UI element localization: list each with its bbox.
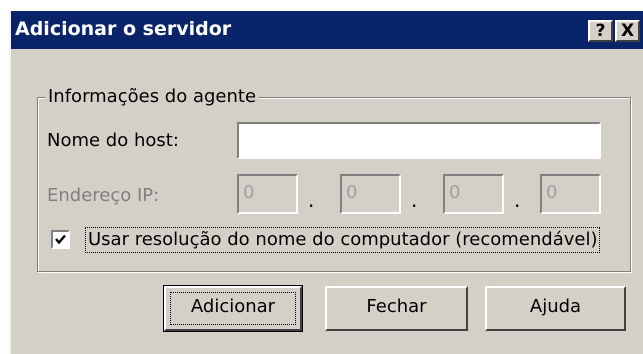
checkmark-icon (55, 234, 66, 245)
ip-octet-4: 0 (540, 174, 601, 214)
ip-octet-3: 0 (443, 174, 504, 214)
host-name-input[interactable] (237, 122, 601, 159)
ip-octet-1: 0 (237, 174, 298, 214)
agent-info-legend: Informações do agente (45, 86, 260, 108)
help-button[interactable]: Ajuda (485, 286, 626, 331)
ip-address-label: Endereço IP: (47, 185, 160, 206)
add-button[interactable]: Adicionar (163, 285, 303, 332)
ip-separator: . (411, 188, 418, 212)
close-icon[interactable]: X (615, 20, 640, 42)
use-dns-label[interactable]: Usar resolução do nome do computador (re… (85, 227, 601, 253)
help-icon[interactable]: ? (588, 20, 613, 42)
title-bar[interactable]: Adicionar o servidor ? X (11, 11, 643, 49)
close-button-label: Fechar (366, 296, 427, 317)
add-server-dialog: Adicionar o servidor ? X Informações do … (9, 11, 643, 354)
add-button-label: Adicionar (190, 296, 276, 317)
ip-separator: . (308, 188, 315, 212)
window-title: Adicionar o servidor (15, 18, 232, 40)
use-dns-checkbox[interactable] (51, 230, 70, 249)
ip-separator: . (514, 188, 521, 212)
help-button-label: Ajuda (529, 296, 582, 317)
close-button[interactable]: Fechar (325, 286, 468, 331)
ip-octet-2: 0 (340, 174, 401, 214)
host-name-label: Nome do host: (47, 130, 179, 151)
